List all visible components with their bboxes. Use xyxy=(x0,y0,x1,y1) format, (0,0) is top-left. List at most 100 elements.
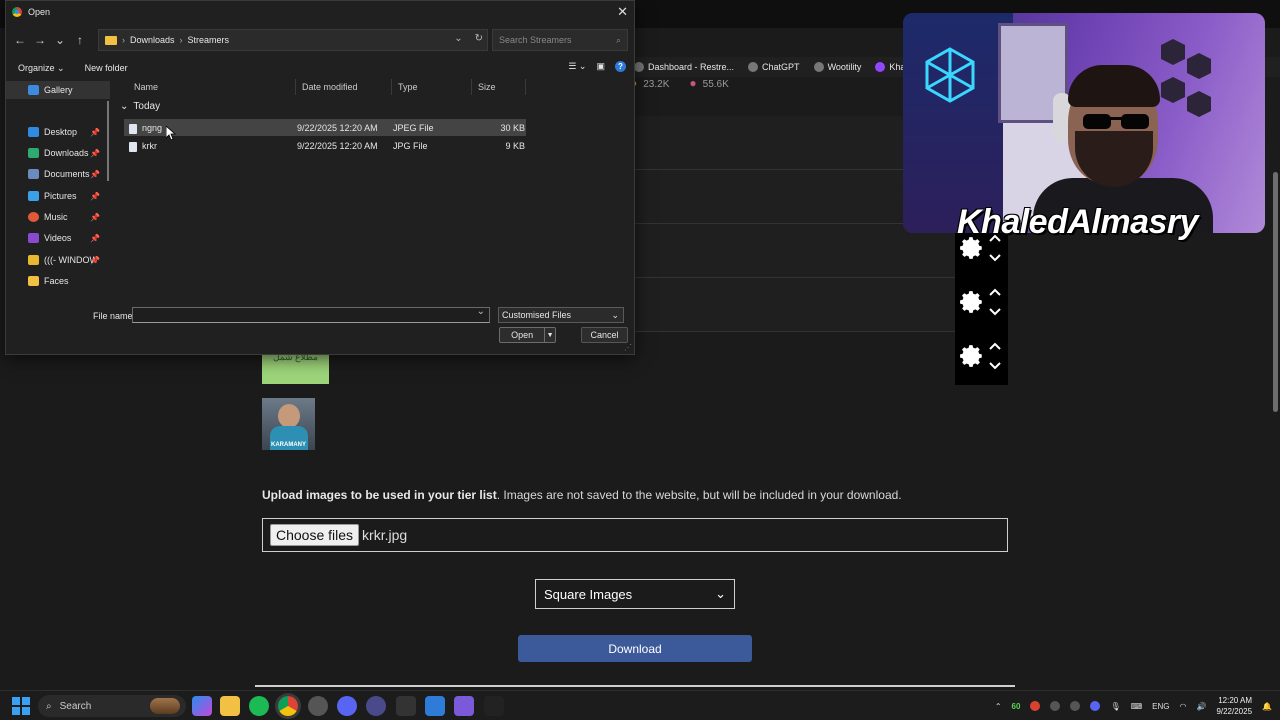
breadcrumb-streamers[interactable]: Streamers xyxy=(188,35,230,45)
move-down-icon[interactable] xyxy=(988,361,1002,371)
new-folder-button[interactable]: New folder xyxy=(85,63,128,73)
taskbar-search[interactable]: ⌕ Search xyxy=(38,695,186,717)
organize-button[interactable]: Organize ⌄ xyxy=(18,63,65,74)
file-name: ngng xyxy=(124,123,297,134)
column-date-modified[interactable]: Date modified xyxy=(296,79,392,95)
gear-icon[interactable] xyxy=(959,289,985,315)
wifi-icon[interactable]: ◠ xyxy=(1179,702,1186,711)
file-name-row: File name: Customised Files⌄ xyxy=(6,306,634,325)
move-up-icon[interactable] xyxy=(988,287,1002,297)
keyboard-app-icon[interactable] xyxy=(396,696,416,716)
dialog-title: Open xyxy=(28,7,51,17)
chevron-down-icon[interactable]: ▼ xyxy=(544,328,555,342)
bookmark-restream[interactable]: Dashboard - Restre... xyxy=(634,62,734,72)
app-icon[interactable] xyxy=(366,696,386,716)
documents-icon xyxy=(28,169,39,179)
gallery-icon xyxy=(28,85,39,95)
sunglasses-icon xyxy=(1083,114,1149,129)
dialog-titlebar: Open ✕ xyxy=(6,1,634,23)
scrollbar-thumb[interactable] xyxy=(1273,172,1278,412)
store-icon[interactable] xyxy=(425,696,445,716)
microphone-icon[interactable]: 🎙 xyxy=(1110,702,1120,711)
page-scrollbar[interactable] xyxy=(1270,77,1280,686)
search-placeholder: Search Streamers xyxy=(499,35,572,45)
divider xyxy=(255,685,1015,687)
nav-item-downloads[interactable]: Downloads 📌 xyxy=(6,144,110,162)
chevron-down-icon[interactable]: ⌄ xyxy=(454,33,462,44)
back-arrow-icon[interactable]: ← xyxy=(10,33,30,47)
column-type[interactable]: Type xyxy=(392,79,472,95)
keyboard-icon[interactable]: ⌨ xyxy=(1131,702,1143,711)
help-icon[interactable]: ? xyxy=(615,61,626,72)
folder-icon xyxy=(105,35,117,45)
refresh-icon[interactable]: ↻ xyxy=(475,33,483,44)
language-indicator[interactable]: ENG xyxy=(1152,702,1169,711)
streaming-app-icon[interactable] xyxy=(484,696,504,716)
nav-item-window[interactable]: (((- WINDOW 📌 xyxy=(6,251,110,269)
clock[interactable]: 12:20 AM 9/22/2025 xyxy=(1216,695,1252,717)
tier-controls xyxy=(955,277,1008,331)
tray-app-icon[interactable] xyxy=(1050,701,1061,711)
game-app-icon[interactable] xyxy=(454,696,474,716)
nav-item-pictures[interactable]: Pictures 📌 xyxy=(6,187,110,205)
file-row[interactable]: krkr 9/22/2025 12:20 AM JPG File 9 KB xyxy=(124,137,526,154)
file-type: JPEG File xyxy=(393,122,434,133)
nav-pane-scrollbar[interactable] xyxy=(107,101,109,181)
choose-files-button[interactable]: Choose files xyxy=(270,524,360,546)
tier-image-tile[interactable]: KARAMANY xyxy=(262,398,315,450)
move-down-icon[interactable] xyxy=(988,307,1002,317)
chevron-up-icon[interactable]: ⌃ xyxy=(995,702,1002,711)
group-header-today[interactable]: ⌄ Today xyxy=(120,101,160,112)
copilot-icon[interactable] xyxy=(192,696,212,716)
music-icon xyxy=(28,212,39,222)
notification-bell-icon[interactable]: 🔔 xyxy=(1262,702,1272,711)
tile-label: KARAMANY xyxy=(271,442,306,448)
up-arrow-icon[interactable]: ↑ xyxy=(70,33,90,47)
discord-tray-icon[interactable] xyxy=(1090,701,1101,711)
search-input[interactable]: Search Streamers ⌕ xyxy=(492,29,628,51)
tray-app-icon[interactable] xyxy=(1070,701,1081,711)
nav-item-documents[interactable]: Documents 📌 xyxy=(6,165,110,183)
forward-arrow-icon[interactable]: → xyxy=(30,33,50,47)
gear-icon[interactable] xyxy=(959,343,985,369)
chrome-icon[interactable] xyxy=(278,696,298,716)
pin-icon: 📌 xyxy=(90,169,100,179)
file-upload-field[interactable]: Choose files krkr.jpg xyxy=(262,518,1008,552)
avatar xyxy=(278,404,300,428)
breadcrumb-downloads[interactable]: Downloads xyxy=(130,35,175,45)
cam-person-hair xyxy=(1068,65,1160,107)
nav-item-faces[interactable]: Faces xyxy=(6,272,110,290)
recent-chevron-icon[interactable]: ⌄ xyxy=(50,33,70,47)
column-name[interactable]: Name xyxy=(116,79,296,95)
view-list-icon[interactable]: ☰ ⌄ xyxy=(568,61,586,72)
volume-icon[interactable]: 🔊 xyxy=(1196,702,1206,711)
nav-item-videos[interactable]: Videos 📌 xyxy=(6,229,110,247)
discord-icon[interactable] xyxy=(337,696,357,716)
open-button[interactable]: Open ▼ xyxy=(499,327,556,343)
breadcrumb-separator-icon: › xyxy=(179,35,183,45)
cancel-button[interactable]: Cancel xyxy=(581,327,628,343)
column-size[interactable]: Size xyxy=(472,79,526,95)
file-explorer-icon[interactable] xyxy=(220,696,240,716)
address-bar[interactable]: › Downloads › Streamers ⌄ ↻ xyxy=(98,29,488,51)
close-icon[interactable]: ✕ xyxy=(617,4,628,20)
file-type-filter[interactable]: Customised Files ⌄ xyxy=(498,307,624,323)
file-name-input[interactable] xyxy=(132,306,490,323)
move-down-icon[interactable] xyxy=(988,253,1002,263)
tray-app-icon[interactable] xyxy=(1030,701,1041,711)
image-shape-select[interactable]: Square Images ⌄ xyxy=(535,579,735,609)
obs-icon[interactable] xyxy=(308,696,328,716)
nav-item-gallery[interactable]: Gallery xyxy=(6,81,110,99)
upload-instructions: Upload images to be used in your tier li… xyxy=(262,488,902,502)
spotify-icon[interactable] xyxy=(249,696,269,716)
windows-start-icon[interactable] xyxy=(12,697,30,715)
preview-pane-icon[interactable]: ▣ xyxy=(596,61,605,72)
download-button[interactable]: Download xyxy=(518,635,752,662)
bookmark-wootility[interactable]: Wootility xyxy=(813,62,861,72)
bookmark-chatgpt[interactable]: ChatGPT xyxy=(748,62,800,72)
file-row[interactable]: ngng 9/22/2025 12:20 AM JPEG File 30 KB xyxy=(124,119,526,136)
nav-item-desktop[interactable]: Desktop 📌 xyxy=(6,123,110,141)
move-up-icon[interactable] xyxy=(988,341,1002,351)
nav-item-music[interactable]: Music 📌 xyxy=(6,208,110,226)
resize-grip-icon[interactable]: ⋰ xyxy=(624,343,632,352)
